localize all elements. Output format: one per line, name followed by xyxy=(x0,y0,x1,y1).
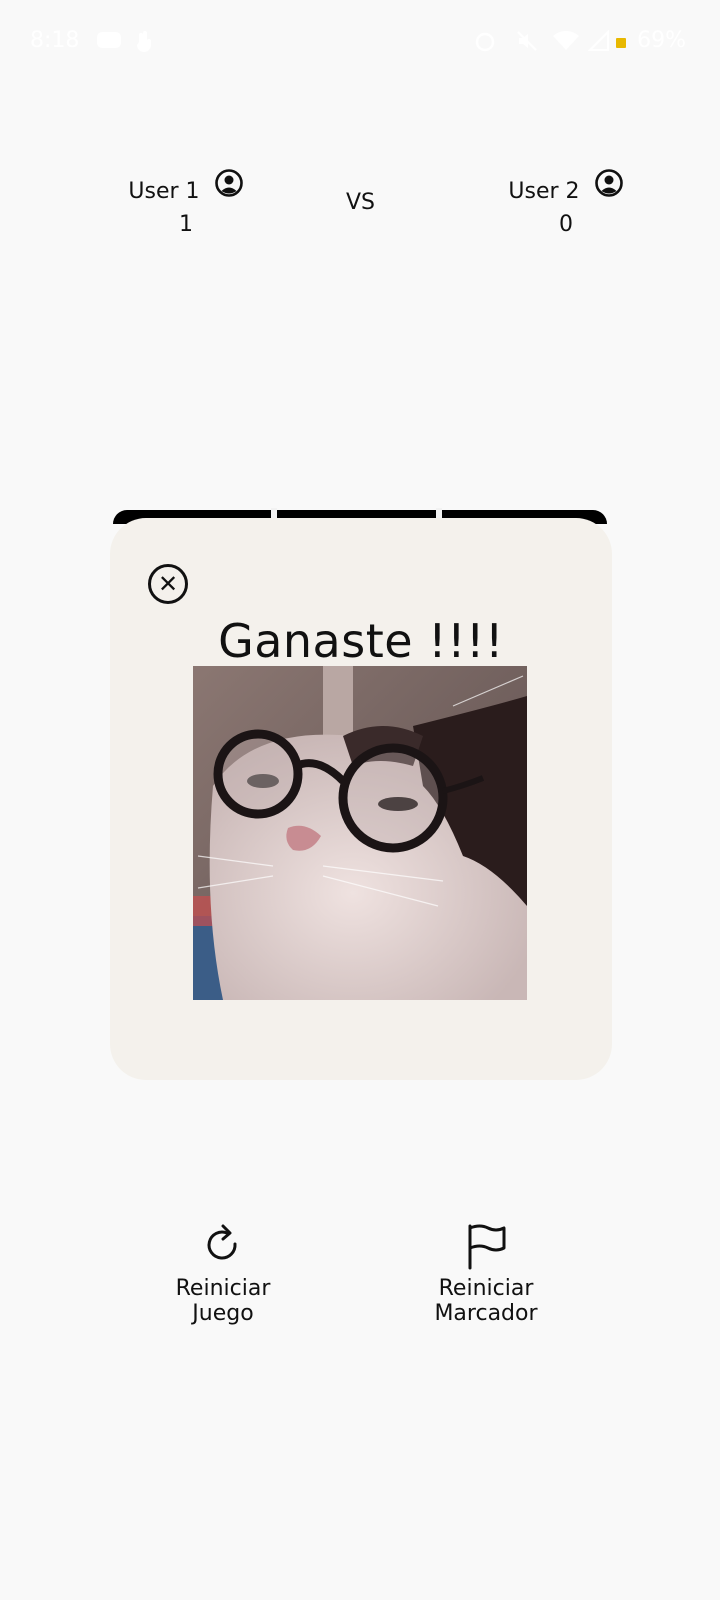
winner-dialog: ✕ Ganaste !!!! xyxy=(110,518,612,1080)
signal-icon xyxy=(588,30,609,51)
wifi-icon xyxy=(553,30,579,50)
account-circle-icon xyxy=(594,169,623,197)
hand-icon xyxy=(137,31,151,52)
game-screen: 8:18 69% User 1 1 VS User 2 0 ✕ Ganaste … xyxy=(0,0,720,1600)
vs-label: VS xyxy=(346,190,376,215)
reset-game-button[interactable]: Reiniciar Juego xyxy=(143,1222,303,1326)
player-1: User 1 1 xyxy=(106,169,266,237)
alarm-icon xyxy=(475,32,495,52)
cat-image xyxy=(193,666,527,1000)
refresh-icon xyxy=(207,1224,237,1260)
status-time: 8:18 xyxy=(30,28,80,53)
flag-icon xyxy=(468,1224,506,1270)
reset-score-button[interactable]: Reiniciar Marcador xyxy=(386,1222,586,1326)
player-2-score: 0 xyxy=(559,212,573,237)
player-2: User 2 0 xyxy=(486,169,646,237)
player-1-name: User 1 xyxy=(128,178,200,204)
battery-saver-icon xyxy=(616,38,626,48)
close-icon[interactable]: ✕ xyxy=(148,564,188,604)
player-1-score: 1 xyxy=(179,212,193,237)
battery-percent: 69% xyxy=(637,28,686,53)
status-bar: 8:18 69% xyxy=(0,26,720,60)
youtube-icon xyxy=(97,32,121,48)
dialog-title: Ganaste !!!! xyxy=(218,614,504,668)
player-2-name: User 2 xyxy=(508,178,580,204)
mute-icon xyxy=(517,31,537,51)
reset-score-label: Reiniciar Marcador xyxy=(434,1276,538,1326)
account-circle-icon xyxy=(214,169,243,197)
cat-with-glasses-illustration xyxy=(193,666,527,1000)
reset-game-label: Reiniciar Juego xyxy=(175,1276,271,1326)
